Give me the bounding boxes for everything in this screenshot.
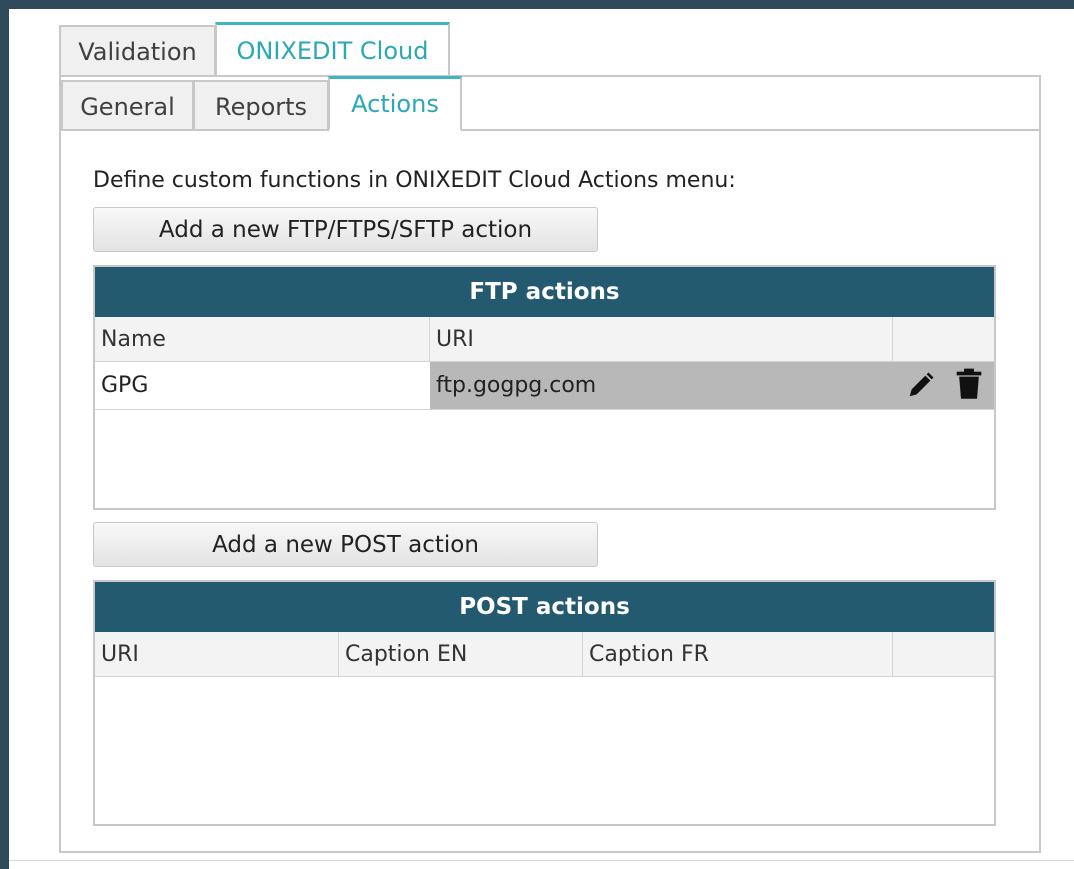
ftp-grid-header: Name URI bbox=[95, 317, 994, 362]
column-header-caption-en[interactable]: Caption EN bbox=[339, 632, 583, 676]
column-header-uri[interactable]: URI bbox=[430, 317, 893, 361]
window-frame-bottom bbox=[9, 860, 1074, 861]
tab-actions[interactable]: Actions bbox=[328, 76, 462, 132]
edit-pencil-icon[interactable] bbox=[905, 369, 937, 401]
column-header-caption-fr[interactable]: Caption FR bbox=[583, 632, 893, 676]
ftp-actions-title: FTP actions bbox=[95, 267, 994, 317]
tab-validation[interactable]: Validation bbox=[59, 25, 216, 77]
column-header-name[interactable]: Name bbox=[95, 317, 430, 361]
column-header-actions bbox=[893, 632, 994, 676]
table-row[interactable]: GPG ftp.gogpg.com bbox=[95, 362, 994, 410]
post-actions-title: POST actions bbox=[95, 582, 994, 632]
ftp-actions-grid: FTP actions Name URI GPG ftp.gogpg.com bbox=[93, 265, 996, 510]
post-grid-header: URI Caption EN Caption FR bbox=[95, 632, 994, 677]
post-actions-grid: POST actions URI Caption EN Caption FR bbox=[93, 580, 996, 826]
intro-text: Define custom functions in ONIXEDIT Clou… bbox=[93, 168, 736, 193]
add-ftp-action-button[interactable]: Add a new FTP/FTPS/SFTP action bbox=[93, 207, 598, 252]
add-post-action-button[interactable]: Add a new POST action bbox=[93, 522, 598, 567]
delete-trash-icon[interactable] bbox=[953, 368, 985, 400]
window-frame-top bbox=[0, 0, 1074, 9]
tab-reports[interactable]: Reports bbox=[193, 80, 329, 131]
column-header-actions bbox=[893, 317, 994, 361]
column-header-uri[interactable]: URI bbox=[95, 632, 339, 676]
tab-onixedit-cloud[interactable]: ONIXEDIT Cloud bbox=[215, 22, 450, 77]
tab-general[interactable]: General bbox=[61, 80, 194, 131]
window-frame-left bbox=[0, 0, 9, 869]
ftp-row-name: GPG bbox=[95, 362, 430, 409]
